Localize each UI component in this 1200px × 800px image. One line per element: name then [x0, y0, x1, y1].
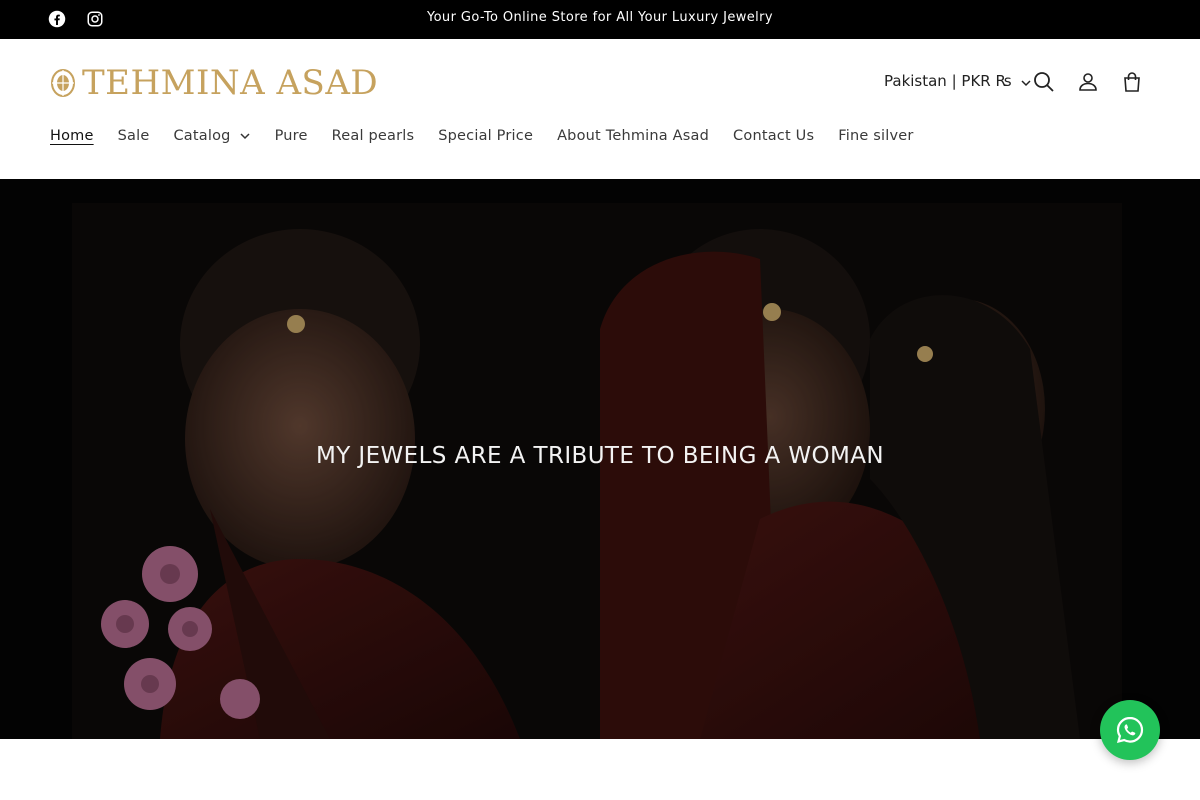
nav-item-catalog[interactable]: Catalog — [173, 128, 250, 144]
nav-item-pure[interactable]: Pure — [275, 128, 308, 144]
nav-item-special-price[interactable]: Special Price — [438, 128, 533, 144]
cart-icon[interactable] — [1120, 70, 1144, 94]
hero-heading: MY JEWELS ARE A TRIBUTE TO BEING A WOMAN — [315, 443, 884, 469]
nav-item-label: Catalog — [173, 128, 231, 144]
nav-item-fine-silver[interactable]: Fine silver — [838, 128, 913, 144]
nav-item-home[interactable]: Home — [50, 128, 94, 144]
nav-item-label: Contact Us — [733, 128, 815, 144]
nav-item-real-pearls[interactable]: Real pearls — [332, 128, 415, 144]
nav-item-label: Home — [50, 128, 94, 144]
nav-item-label: Fine silver — [838, 128, 914, 144]
search-icon[interactable] — [1032, 70, 1056, 94]
nav-item-label: Sale — [117, 128, 150, 144]
locale-label: Pakistan | PKR ₨ — [884, 72, 1012, 90]
announcement-bar: Your Go-To Online Store for All Your Lux… — [0, 0, 1200, 39]
account-icon[interactable] — [1076, 70, 1100, 94]
logo-mark-icon — [50, 68, 76, 98]
nav-item-label: About Tehmina Asad — [557, 128, 710, 144]
whatsapp-button[interactable] — [1100, 700, 1160, 760]
country-currency-selector[interactable]: Pakistan | PKR ₨ — [884, 72, 1032, 90]
whatsapp-icon — [1114, 714, 1146, 746]
logo-wordmark: TEHMINA ASAD — [82, 63, 379, 103]
nav-item-sale[interactable]: Sale — [118, 128, 150, 144]
nav-item-about[interactable]: About Tehmina Asad — [557, 128, 709, 144]
nav-item-label: Pure — [274, 128, 308, 144]
chevron-down-icon — [1020, 75, 1032, 87]
main-navigation: Home Sale Catalog Pure Real pearls Speci… — [50, 128, 938, 144]
chevron-down-icon — [239, 130, 251, 142]
nav-item-label: Special Price — [438, 128, 534, 144]
hero-banner: MY JEWELS ARE A TRIBUTE TO BEING A WOMAN — [0, 179, 1200, 739]
nav-item-contact[interactable]: Contact Us — [733, 128, 814, 144]
site-header: TEHMINA ASAD Pakistan | PKR ₨ Home Sale … — [0, 39, 1200, 179]
site-logo[interactable]: TEHMINA ASAD — [50, 63, 378, 103]
nav-item-label: Real pearls — [331, 128, 415, 144]
announcement-text: Your Go-To Online Store for All Your Lux… — [426, 10, 774, 25]
